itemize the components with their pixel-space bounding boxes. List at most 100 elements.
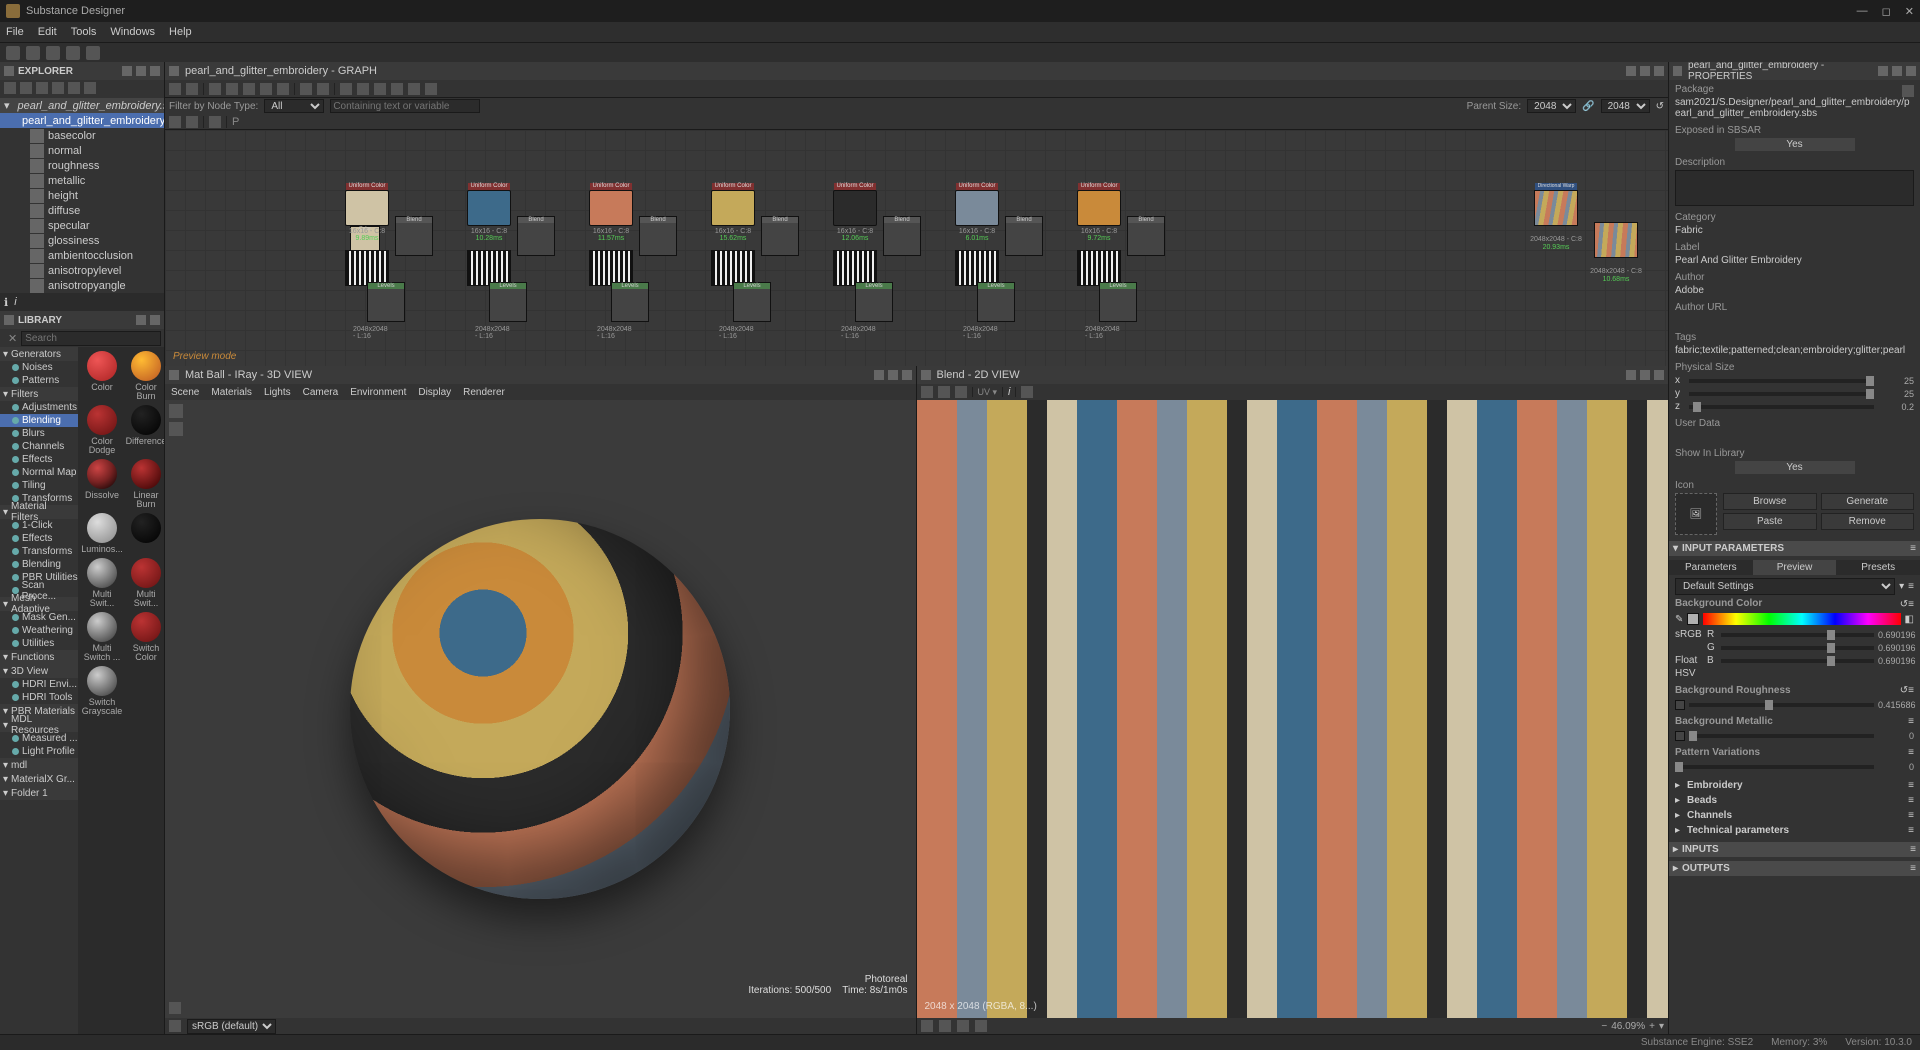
library-thumb[interactable]: Linear Burn [126,459,164,509]
library-thumb[interactable]: Switch Grayscale [82,666,122,716]
bgcolor-menu-icon[interactable]: ≡ [1908,599,1914,610]
icon-generate-button[interactable]: Generate [1821,493,1915,510]
node-uniform-color[interactable]: Uniform Color [711,190,755,226]
physsize-z-slider[interactable] [1689,405,1874,409]
userdata-value[interactable] [1675,431,1914,442]
library-search-input[interactable] [21,331,161,346]
node-uniform-color[interactable]: Uniform Color [589,190,633,226]
category-header[interactable]: ▾Mesh Adaptive [0,597,78,611]
menu-icon[interactable]: ≡ [1908,780,1914,791]
node-mask[interactable] [467,250,511,286]
node-blend[interactable]: Blend [395,216,433,256]
hsv-label[interactable]: HSV [1675,668,1703,679]
pin-icon[interactable] [1878,66,1888,76]
color-expand-icon[interactable]: ◧ [1905,614,1914,625]
channel-row[interactable]: ambientocclusion [30,248,164,263]
node-group[interactable]: Uniform Color16x16 - C:89.89msBlendLevel… [345,190,389,242]
light-icon[interactable] [169,422,183,436]
channel-row[interactable]: basecolor [30,128,164,143]
node-levels[interactable]: Levels [733,282,771,322]
library-thumb[interactable] [126,513,164,554]
library-thumb[interactable]: Color Dodge [82,405,122,455]
node-group[interactable]: Uniform Color16x16 - C:810.28msBlendLeve… [467,190,511,242]
menu-windows[interactable]: Windows [110,26,155,38]
physsize-y[interactable]: 25 [1878,389,1914,399]
param-group-row[interactable]: ▸Embroidery≡ [1675,778,1914,793]
description-input[interactable] [1675,170,1914,206]
channel-r-icon[interactable] [921,1020,933,1032]
channel-row[interactable]: glossiness [30,233,164,248]
tab-presets[interactable]: Presets [1836,560,1920,575]
node-group[interactable]: Uniform Color16x16 - C:815.62msBlendLeve… [711,190,755,242]
category-header[interactable]: ▾3D View [0,664,78,678]
node-group[interactable]: Uniform Color16x16 - C:89.72msBlendLevel… [1077,190,1121,242]
g-value[interactable]: 0.690196 [1878,643,1914,653]
preset-menu-icon[interactable]: ▾ [1899,581,1904,592]
menu-icon[interactable]: ≡ [1908,747,1914,760]
collapse-icon[interactable] [68,82,80,94]
bgcolor-reset-icon[interactable]: ↺ [1900,599,1908,610]
menu-icon[interactable]: ≡ [1908,795,1914,806]
g-slider[interactable] [1721,646,1874,650]
b-value[interactable]: 0.690196 [1878,656,1914,666]
node-uniform-color[interactable]: Uniform Color [1077,190,1121,226]
zoom-out-icon[interactable]: − [1601,1021,1607,1032]
menu-file[interactable]: File [6,26,24,38]
channel-row[interactable]: metallic [30,173,164,188]
node-mask[interactable] [589,250,633,286]
channel-a-icon[interactable] [975,1020,987,1032]
category-item[interactable]: Effects [0,453,78,466]
undock-icon[interactable] [136,66,146,76]
menu-icon[interactable]: ≡ [1908,825,1914,836]
node-mask[interactable] [711,250,755,286]
category-item[interactable]: Effects [0,532,78,545]
link-size-icon[interactable]: 🔗 [1582,101,1594,112]
new-icon[interactable] [4,82,16,94]
category-header[interactable]: ▾Material Filters [0,505,78,519]
close-panel-icon[interactable] [1654,66,1664,76]
node-levels[interactable]: Levels [611,282,649,322]
close-panel-icon[interactable] [902,370,912,380]
node-directional-warp[interactable]: Directional Warp 2048x2048 - C:8 20.93ms [1534,190,1578,226]
reload-icon[interactable] [20,82,32,94]
channel-row[interactable]: anisotropylevel [30,263,164,278]
close-panel-icon[interactable] [150,66,160,76]
color-swatch[interactable] [1687,613,1699,625]
expand-icon[interactable] [52,82,64,94]
category-item[interactable]: Transforms [0,545,78,558]
channel-row[interactable]: diffuse [30,203,164,218]
param-group-row[interactable]: ▸Beads≡ [1675,793,1914,808]
undock-icon[interactable] [1892,66,1902,76]
bgmetal-value[interactable]: 0 [1878,731,1914,741]
input-parameters-section[interactable]: ▾INPUT PARAMETERS ≡ [1669,541,1920,556]
tags-value[interactable]: fabric;textile;patterned;clean;embroider… [1675,345,1914,356]
library-thumb[interactable]: Difference [126,405,164,455]
frame-icon[interactable] [391,83,403,95]
node-output[interactable]: 2048x2048 - C:8 10.68ms [1594,222,1638,258]
preset-select[interactable]: Default Settings [1675,578,1895,595]
menu-scene[interactable]: Scene [171,387,199,398]
b-slider[interactable] [1721,659,1874,663]
pin-icon[interactable] [874,370,884,380]
library-thumb[interactable]: Multi Swit... [82,558,122,608]
filter-icon[interactable] [84,82,96,94]
physsize-z[interactable]: 0.2 [1878,402,1914,412]
icon-paste-button[interactable]: Paste [1723,513,1817,530]
info-icon[interactable] [186,116,198,128]
channel-g-icon[interactable] [939,1020,951,1032]
pin-node-icon[interactable] [408,83,420,95]
camera-icon[interactable] [169,404,183,418]
library-thumb[interactable]: Color [82,351,122,401]
preset-more-icon[interactable]: ≡ [1908,581,1914,592]
colorspace-select[interactable]: sRGB (default) [187,1019,276,1034]
eyedropper-icon[interactable]: ✎ [1675,614,1683,625]
home-icon[interactable] [6,46,20,60]
physsize-y-slider[interactable] [1689,392,1874,396]
category-item[interactable]: Utilities [0,637,78,650]
node-mask[interactable] [955,250,999,286]
pin-icon[interactable] [1626,66,1636,76]
menu-renderer[interactable]: Renderer [463,387,505,398]
physsize-x-slider[interactable] [1689,379,1874,383]
channel-row[interactable]: roughness [30,158,164,173]
category-item[interactable]: Weathering [0,624,78,637]
